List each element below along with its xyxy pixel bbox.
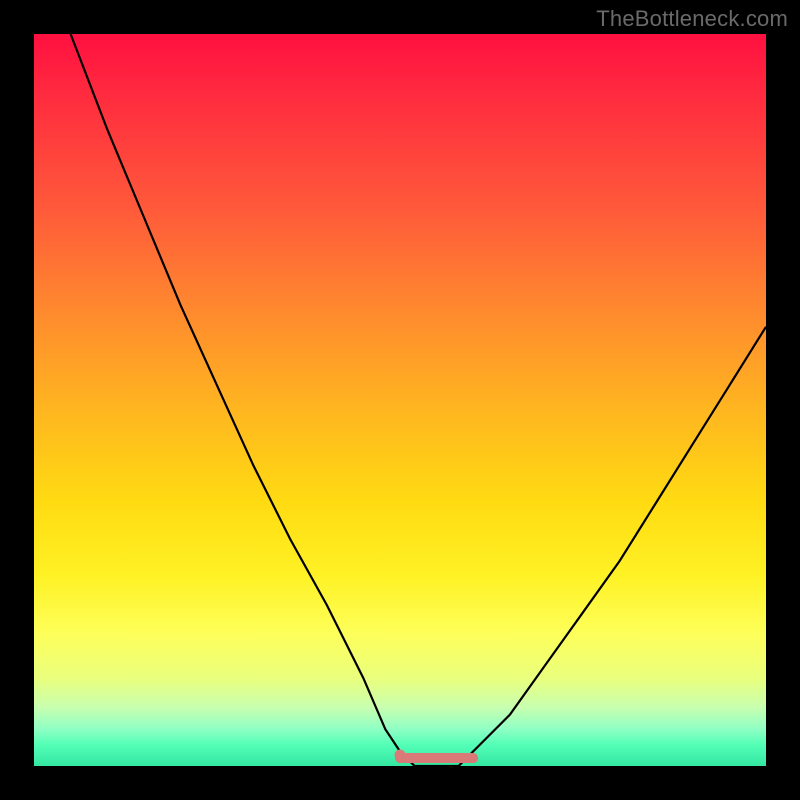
optimal-start-dot: [395, 750, 406, 761]
bottleneck-curve: [71, 34, 766, 766]
chart-frame: TheBottleneck.com: [0, 0, 800, 800]
watermark-text: TheBottleneck.com: [596, 6, 788, 32]
bottleneck-curve-svg: [34, 34, 766, 766]
plot-area: [34, 34, 766, 766]
